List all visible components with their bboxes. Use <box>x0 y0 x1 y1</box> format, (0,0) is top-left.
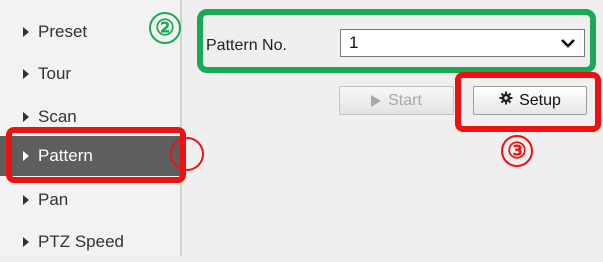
start-button-label: Start <box>388 91 422 109</box>
annotation-marker-1 <box>170 137 204 171</box>
triangle-right-icon <box>23 27 29 37</box>
sidebar-item-label: Preset <box>38 22 88 41</box>
sidebar-item-tour[interactable]: Tour <box>0 54 180 94</box>
annotation-marker-3: ③ <box>501 135 533 167</box>
play-icon <box>371 94 382 107</box>
triangle-right-icon <box>23 69 29 79</box>
sidebar-item-label: Tour <box>38 64 72 83</box>
pattern-item-annotation-box <box>6 127 186 183</box>
setup-annotation-box <box>455 72 601 132</box>
annotation-marker-2: ② <box>149 12 181 44</box>
pattern-annotation-box <box>197 9 596 73</box>
sidebar-item-label: Pan <box>38 190 69 209</box>
sidebar-item-label: PTZ Speed <box>38 232 124 251</box>
triangle-right-icon <box>23 112 29 122</box>
triangle-right-icon <box>23 195 29 205</box>
triangle-right-icon <box>23 237 29 247</box>
sidebar-item-ptz-speed[interactable]: PTZ Speed <box>0 222 180 262</box>
sidebar-item-label: Scan <box>38 107 77 126</box>
start-button[interactable]: Start <box>339 86 454 115</box>
sidebar-item-pan[interactable]: Pan <box>0 180 180 220</box>
